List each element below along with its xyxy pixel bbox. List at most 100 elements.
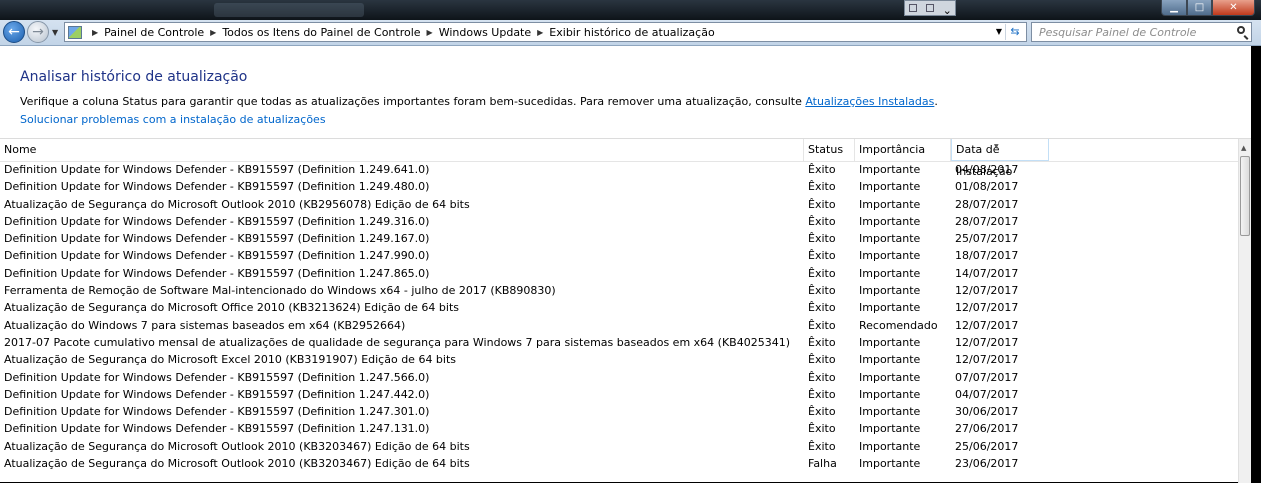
search-input[interactable]: Pesquisar Painel de Controle bbox=[1031, 22, 1252, 42]
update-importance-cell: Importante bbox=[859, 284, 921, 298]
table-row[interactable]: Atualização de Segurança do Microsoft Ex… bbox=[0, 351, 1238, 368]
vertical-scrollbar[interactable]: ▲ bbox=[1238, 139, 1251, 483]
window-snap-controls[interactable]: ⌄ bbox=[904, 0, 956, 17]
breadcrumb-separator-icon[interactable]: ▶ bbox=[427, 28, 433, 37]
update-date-cell: 28/07/2017 bbox=[955, 197, 1019, 211]
column-header-install-date[interactable]: ▼ Data de Instalação bbox=[951, 139, 1049, 178]
column-header-name[interactable]: Nome bbox=[0, 139, 804, 161]
sort-descending-icon: ▼ bbox=[994, 143, 999, 150]
table-row[interactable]: Atualização de Segurança do Microsoft Ou… bbox=[0, 438, 1238, 455]
snap-layout-icon[interactable] bbox=[909, 4, 918, 12]
breadcrumb-separator-icon[interactable]: ▶ bbox=[92, 28, 98, 37]
address-dropdown-icon[interactable]: ▼ bbox=[996, 27, 1002, 36]
table-row[interactable]: Atualização de Segurança do Microsoft Ou… bbox=[0, 196, 1238, 213]
back-button[interactable]: ← bbox=[3, 21, 25, 43]
column-status-label: Status bbox=[808, 143, 844, 156]
table-row[interactable]: Definition Update for Windows Defender -… bbox=[0, 265, 1238, 282]
update-importance-cell: Importante bbox=[859, 422, 921, 436]
update-status-cell: Êxito bbox=[808, 249, 836, 263]
table-row[interactable]: Definition Update for Windows Defender -… bbox=[0, 178, 1238, 195]
update-date-cell: 04/07/2017 bbox=[955, 387, 1019, 401]
update-date-cell: 25/07/2017 bbox=[955, 232, 1019, 246]
background-browser-tab bbox=[214, 3, 364, 17]
table-row[interactable]: 2017-07 Pacote cumulativo mensal de atua… bbox=[0, 334, 1238, 351]
breadcrumb-separator-icon[interactable]: ▶ bbox=[210, 28, 216, 37]
forward-button[interactable]: → bbox=[27, 21, 49, 43]
recent-pages-dropdown-icon[interactable]: ▼ bbox=[52, 28, 58, 37]
update-name-cell: Definition Update for Windows Defender -… bbox=[4, 180, 430, 194]
update-name-cell: 2017-07 Pacote cumulativo mensal de atua… bbox=[4, 335, 790, 349]
update-name-cell: Definition Update for Windows Defender -… bbox=[4, 214, 430, 228]
table-row[interactable]: Definition Update for Windows Defender -… bbox=[0, 247, 1238, 264]
breadcrumb-windows-update[interactable]: Windows Update bbox=[439, 26, 531, 39]
update-name-cell: Definition Update for Windows Defender -… bbox=[4, 249, 430, 263]
breadcrumb-update-history[interactable]: Exibir histórico de atualização bbox=[549, 26, 714, 39]
table-row[interactable]: Ferramenta de Remoção de Software Mal-in… bbox=[0, 282, 1238, 299]
page-description: Verifique a coluna Status para garantir … bbox=[20, 95, 938, 108]
update-date-cell: 27/06/2017 bbox=[955, 422, 1019, 436]
content-pane: Analisar histórico de atualização Verifi… bbox=[0, 46, 1251, 483]
search-placeholder: Pesquisar Painel de Controle bbox=[1039, 26, 1197, 39]
page-title: Analisar histórico de atualização bbox=[20, 69, 248, 85]
update-status-cell: Êxito bbox=[808, 422, 836, 436]
scrollbar-thumb[interactable] bbox=[1240, 156, 1250, 236]
update-status-cell: Êxito bbox=[808, 353, 836, 367]
update-status-cell: Êxito bbox=[808, 370, 836, 384]
table-row[interactable]: Definition Update for Windows Defender -… bbox=[0, 161, 1238, 178]
refresh-icon[interactable]: ⇆ bbox=[1005, 24, 1024, 40]
update-date-cell: 01/08/2017 bbox=[955, 180, 1019, 194]
update-importance-cell: Importante bbox=[859, 370, 921, 384]
list-body: Definition Update for Windows Defender -… bbox=[0, 161, 1238, 472]
table-row[interactable]: Definition Update for Windows Defender -… bbox=[0, 230, 1238, 247]
table-row[interactable]: Definition Update for Windows Defender -… bbox=[0, 213, 1238, 230]
column-header-importance[interactable]: Importância bbox=[855, 139, 951, 161]
table-row[interactable]: Definition Update for Windows Defender -… bbox=[0, 369, 1238, 386]
update-name-cell: Atualização de Segurança do Microsoft Ou… bbox=[4, 197, 470, 211]
update-date-cell: 25/06/2017 bbox=[955, 439, 1019, 453]
snap-dropdown-icon[interactable]: ⌄ bbox=[943, 4, 952, 17]
maximize-button[interactable]: □ bbox=[1187, 0, 1212, 16]
snap-resize-icon[interactable] bbox=[925, 4, 934, 12]
breadcrumb-separator-icon[interactable]: ▶ bbox=[537, 28, 543, 37]
update-importance-cell: Importante bbox=[859, 197, 921, 211]
table-row[interactable]: Definition Update for Windows Defender -… bbox=[0, 386, 1238, 403]
address-bar[interactable]: ▶ Painel de Controle ▶ Todos os Itens do… bbox=[64, 22, 1027, 42]
update-name-cell: Ferramenta de Remoção de Software Mal-in… bbox=[4, 284, 556, 298]
breadcrumb-all-items[interactable]: Todos os Itens do Painel de Controle bbox=[222, 26, 420, 39]
update-status-cell: Êxito bbox=[808, 318, 836, 332]
column-header-status[interactable]: Status bbox=[804, 139, 855, 161]
scroll-up-icon[interactable]: ▲ bbox=[1241, 144, 1246, 152]
update-importance-cell: Importante bbox=[859, 387, 921, 401]
table-row[interactable]: Definition Update for Windows Defender -… bbox=[0, 420, 1238, 437]
update-status-cell: Êxito bbox=[808, 284, 836, 298]
update-name-cell: Definition Update for Windows Defender -… bbox=[4, 405, 430, 419]
update-importance-cell: Importante bbox=[859, 335, 921, 349]
update-importance-cell: Importante bbox=[859, 180, 921, 194]
update-date-cell: 12/07/2017 bbox=[955, 318, 1019, 332]
description-text: Verifique a coluna Status para garantir … bbox=[20, 95, 806, 108]
table-row[interactable]: Atualização de Segurança do Microsoft Of… bbox=[0, 299, 1238, 316]
close-button[interactable]: ✕ bbox=[1212, 0, 1255, 16]
update-importance-cell: Importante bbox=[859, 232, 921, 246]
minimize-button[interactable]: ▁ bbox=[1161, 0, 1187, 16]
update-status-cell: Êxito bbox=[808, 266, 836, 280]
installed-updates-link[interactable]: Atualizações Instaladas bbox=[805, 95, 934, 108]
troubleshoot-link[interactable]: Solucionar problemas com a instalação de… bbox=[20, 113, 326, 126]
update-name-cell: Atualização de Segurança do Microsoft Ou… bbox=[4, 439, 470, 453]
update-date-cell: 30/06/2017 bbox=[955, 405, 1019, 419]
update-date-cell: 18/07/2017 bbox=[955, 249, 1019, 263]
update-importance-cell: Importante bbox=[859, 214, 921, 228]
update-importance-cell: Importante bbox=[859, 353, 921, 367]
window-title-bar: ⌄ ▁ □ ✕ bbox=[0, 0, 1261, 20]
update-importance-cell: Importante bbox=[859, 163, 921, 176]
search-icon[interactable] bbox=[1237, 26, 1245, 34]
table-row[interactable]: Definition Update for Windows Defender -… bbox=[0, 403, 1238, 420]
update-status-cell: Êxito bbox=[808, 232, 836, 246]
table-row[interactable]: Atualização do Windows 7 para sistemas b… bbox=[0, 317, 1238, 334]
update-name-cell: Definition Update for Windows Defender -… bbox=[4, 422, 430, 436]
update-date-cell: 12/07/2017 bbox=[955, 301, 1019, 315]
breadcrumb-control-panel[interactable]: Painel de Controle bbox=[104, 26, 204, 39]
control-panel-icon bbox=[68, 25, 82, 39]
update-date-cell: 14/07/2017 bbox=[955, 266, 1019, 280]
table-row[interactable]: Atualização de Segurança do Microsoft Ou… bbox=[0, 455, 1238, 472]
